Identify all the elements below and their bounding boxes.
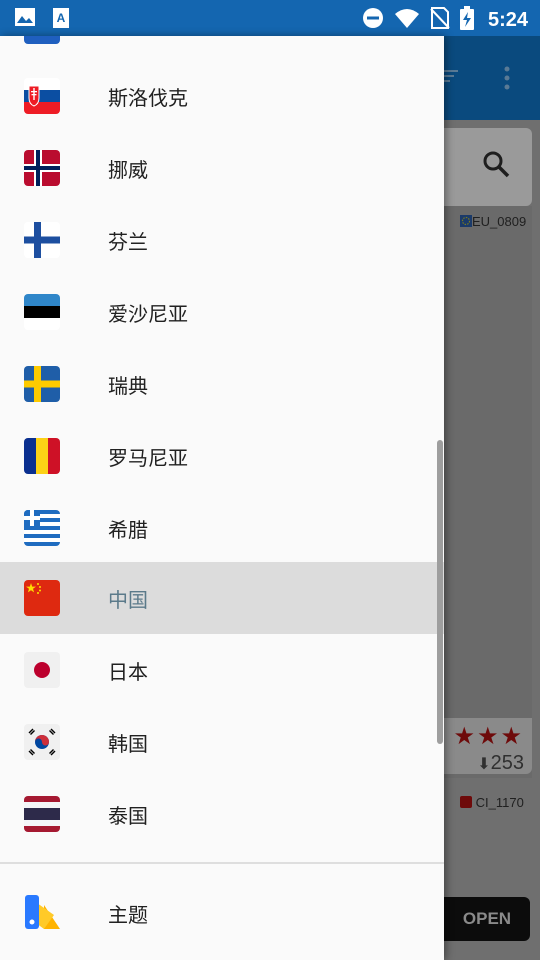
search-icon[interactable] (482, 150, 510, 182)
navigation-drawer: 斯洛伐克 挪威 芬兰 爱沙尼亚 瑞典 罗马尼亚 希腊 中国 日本 韩国 泰国 主… (0, 36, 444, 960)
country-item-greece[interactable]: 希腊 (0, 492, 444, 564)
background-app: EU_0809 ★★★ ⬇253 CI_1170 OPEN (444, 36, 540, 960)
china-flag-icon (24, 580, 60, 616)
country-item-romania[interactable]: 罗马尼亚 (0, 420, 444, 492)
partial-flag-icon (24, 36, 60, 44)
background-search-bar[interactable] (444, 128, 532, 206)
korea-flag-icon (24, 724, 60, 760)
more-options-icon[interactable] (504, 66, 510, 94)
country-label: 韩国 (108, 731, 148, 756)
country-label: 芬兰 (108, 229, 148, 254)
country-item-china[interactable]: 中国 (0, 562, 444, 634)
filter-icon[interactable] (444, 68, 460, 87)
country-item-korea[interactable]: 韩国 (0, 706, 444, 778)
thailand-flag-icon (24, 796, 60, 832)
country-item-norway[interactable]: 挪威 (0, 132, 444, 204)
country-label: 希腊 (108, 517, 148, 542)
country-item-thailand[interactable]: 泰国 (0, 778, 444, 850)
item-code-bottom: CI_1170 (460, 795, 524, 810)
theme-menu-item[interactable]: 主题 (0, 877, 444, 949)
svg-text:A: A (57, 11, 66, 25)
slovakia-flag-icon (24, 78, 60, 114)
country-label: 中国 (108, 587, 148, 612)
item-code-top: EU_0809 (460, 214, 526, 229)
country-label: 泰国 (108, 803, 148, 828)
sweden-flag-icon (24, 366, 60, 402)
country-item-estonia[interactable]: 爱沙尼亚 (0, 276, 444, 348)
country-label: 瑞典 (108, 373, 148, 398)
rating-stars: ★★★ (453, 722, 524, 750)
finland-flag-icon (24, 222, 60, 258)
a-download-icon: A (52, 7, 70, 33)
wifi-icon (394, 7, 420, 33)
background-card (444, 206, 532, 778)
download-count: ⬇253 (477, 752, 524, 774)
theme-label: 主题 (108, 902, 148, 927)
no-sim-icon (430, 7, 450, 33)
country-label: 斯洛伐克 (108, 85, 188, 110)
image-icon (14, 7, 36, 33)
country-label: 日本 (108, 659, 148, 684)
country-item-finland[interactable]: 芬兰 (0, 204, 444, 276)
greece-flag-icon (24, 510, 60, 546)
status-bar: A 5:24 (0, 0, 540, 36)
country-label: 爱沙尼亚 (108, 301, 188, 326)
theme-palette-icon (24, 895, 60, 931)
battery-charging-icon (459, 6, 474, 34)
norway-flag-icon (24, 150, 60, 186)
background-appbar (444, 36, 540, 120)
country-label: 罗马尼亚 (108, 445, 188, 470)
drawer-scrollbar[interactable] (437, 440, 443, 744)
clock: 5:24 (487, 8, 528, 31)
romania-flag-icon (24, 438, 60, 474)
drawer-divider (0, 862, 444, 864)
country-label: 挪威 (108, 157, 148, 182)
estonia-flag-icon (24, 294, 60, 330)
open-button[interactable]: OPEN (444, 897, 530, 941)
country-item-slovakia[interactable]: 斯洛伐克 (0, 60, 444, 132)
dnd-icon (362, 7, 384, 33)
country-item-japan[interactable]: 日本 (0, 634, 444, 706)
japan-flag-icon (24, 652, 60, 688)
country-item-sweden[interactable]: 瑞典 (0, 348, 444, 420)
